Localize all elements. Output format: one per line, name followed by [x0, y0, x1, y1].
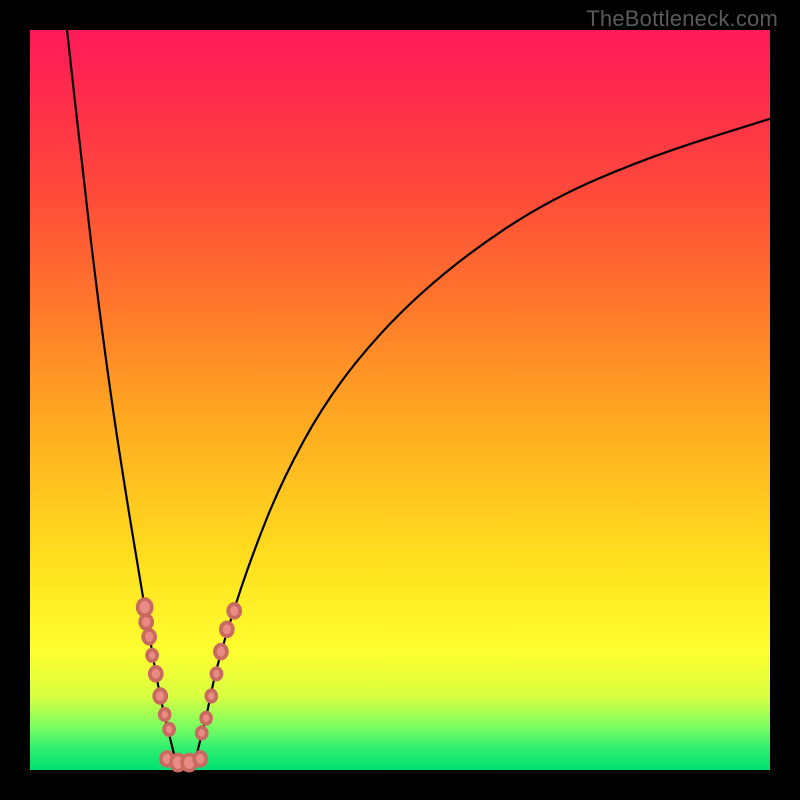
bead-left-7: [164, 724, 174, 735]
bead-left-1: [140, 615, 152, 629]
plot-area: [30, 30, 770, 770]
bead-right-5: [201, 712, 211, 723]
bead-left-3: [147, 650, 157, 661]
curve-layer: [30, 30, 770, 770]
left-curve: [67, 30, 178, 770]
bead-left-6: [160, 709, 170, 720]
chart-frame: TheBottleneck.com: [0, 0, 800, 800]
bead-left-4: [150, 667, 162, 681]
bead-right-0: [211, 668, 221, 679]
bead-right-2: [221, 623, 233, 637]
bead-left-5: [154, 689, 166, 703]
bead-right-1: [215, 645, 227, 659]
bead-right-3: [228, 604, 240, 618]
bead-left-2: [143, 630, 155, 644]
bead-right-6: [197, 727, 207, 738]
bead-cluster: [138, 599, 241, 771]
bead-right-4: [206, 690, 216, 701]
bead-left-0: [138, 599, 152, 615]
bead-bottom-3: [194, 752, 206, 766]
watermark-text: TheBottleneck.com: [586, 6, 778, 32]
right-curve: [193, 119, 770, 770]
